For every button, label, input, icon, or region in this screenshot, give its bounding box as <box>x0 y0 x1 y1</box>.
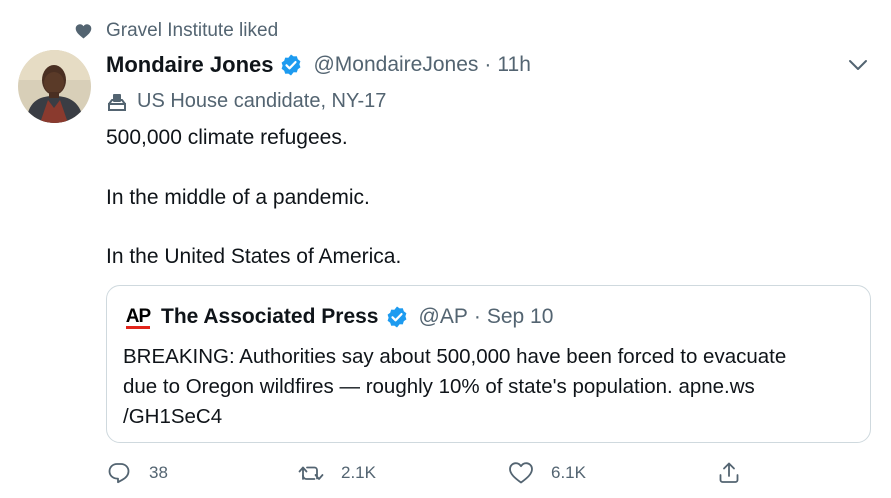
tweet-action-bar: 38 2.1K 6.1K <box>106 456 746 490</box>
social-context-text: Gravel Institute liked <box>106 20 279 41</box>
quoted-tweet-header: AP The Associated Press @AP · Sep 10 <box>123 302 553 332</box>
tweet-header: Mondaire Jones @MondaireJones · 11h <box>106 50 531 80</box>
retweet-count: 2.1K <box>341 463 376 482</box>
tweet-text-line: In the middle of a pandemic. <box>106 186 370 209</box>
retweet-button[interactable]: 2.1K <box>298 456 376 490</box>
heart-outline-icon <box>508 460 534 486</box>
quoted-author-handle[interactable]: @AP <box>419 305 468 329</box>
verified-badge-icon <box>279 53 303 77</box>
quoted-author-display-name[interactable]: The Associated Press <box>161 305 379 329</box>
share-icon <box>716 460 742 486</box>
quoted-text-line: /GH1SeC4 <box>123 405 223 428</box>
author-label-text: US House candidate, NY-17 <box>137 90 387 112</box>
tweet-text-line: 500,000 climate refugees. <box>106 126 348 149</box>
quoted-tweet-card[interactable]: AP The Associated Press @AP · Sep 10 BRE… <box>106 285 871 443</box>
quoted-tweet-text: BREAKING: Authorities say about 500,000 … <box>123 342 863 432</box>
ballot-box-icon <box>106 91 128 113</box>
like-button[interactable]: 6.1K <box>508 456 586 490</box>
like-count: 6.1K <box>551 463 586 482</box>
retweet-icon <box>298 460 324 486</box>
avatar[interactable] <box>18 50 91 123</box>
quoted-text-line: due to Oregon wildfires — roughly 10% of… <box>123 375 755 398</box>
social-context[interactable]: Gravel Institute liked <box>74 20 278 42</box>
tweet-timestamp[interactable]: 11h <box>497 53 530 77</box>
author-display-name[interactable]: Mondaire Jones <box>106 52 273 78</box>
verified-badge-icon <box>385 305 409 329</box>
tweet-text-line: In the United States of America. <box>106 245 402 268</box>
quoted-tweet-date[interactable]: Sep 10 <box>487 305 554 329</box>
author-handle[interactable]: @MondaireJones <box>313 53 478 77</box>
reply-icon <box>106 460 132 486</box>
share-button[interactable] <box>716 456 742 490</box>
separator-dot: · <box>484 53 492 76</box>
ap-logo-avatar[interactable]: AP <box>123 303 153 331</box>
separator-dot: · <box>473 305 481 328</box>
more-options-chevron-down-icon[interactable] <box>846 55 870 75</box>
reply-button[interactable]: 38 <box>106 456 168 490</box>
heart-icon <box>74 22 92 40</box>
author-label: US House candidate, NY-17 <box>106 90 386 113</box>
quoted-text-line: BREAKING: Authorities say about 500,000 … <box>123 345 787 368</box>
reply-count: 38 <box>149 463 168 482</box>
